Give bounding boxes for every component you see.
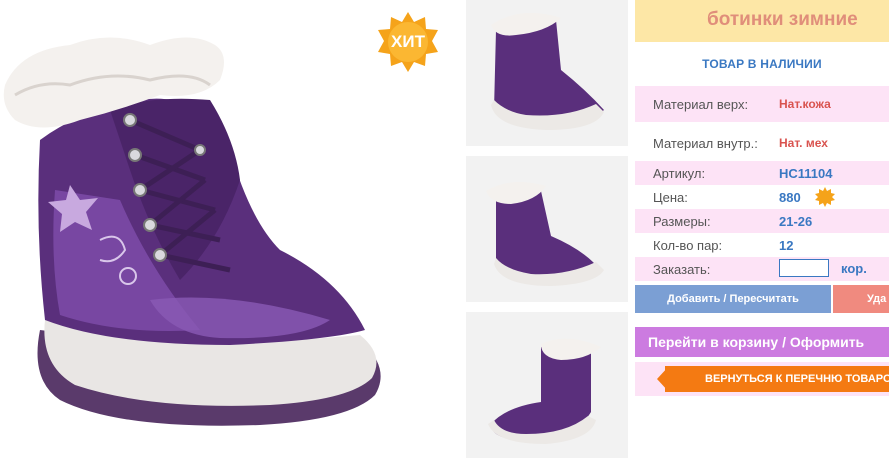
spec-value: Нат. мех (779, 136, 828, 150)
spec-label: Кол-во пар: (653, 238, 723, 253)
spec-value: 12 (779, 238, 794, 253)
spec-row-material-inner: Материал внутр.: Нат. мех (635, 124, 889, 160)
spec-label: Размеры: (653, 214, 711, 229)
spec-label: Цена: (653, 190, 688, 205)
spec-label: Материал верх: (653, 97, 749, 112)
thumbnail-1[interactable] (466, 0, 628, 146)
hit-mini-icon (815, 187, 835, 207)
boot-thumbnail-side (491, 12, 604, 130)
order-row: Заказать: кор. (635, 257, 889, 281)
spec-row-pairs: Кол-во пар: 12 (635, 233, 889, 257)
spec-label: Материал внутр.: (653, 136, 758, 151)
spec-row-article: Артикул: HC11104 (635, 161, 889, 185)
back-to-list-button[interactable]: ВЕРНУТЬСЯ К ПЕРЕЧНЮ ТОВАРОВ (665, 366, 889, 392)
spec-row-material-top: Материал верх: Нат.кожа (635, 86, 889, 122)
thumbnail-3[interactable] (466, 312, 628, 458)
back-button-wrap: ВЕРНУТЬСЯ К ПЕРЕЧНЮ ТОВАРОВ (635, 362, 889, 396)
spec-label: Артикул: (653, 166, 706, 181)
spec-row-sizes: Размеры: 21-26 (635, 209, 889, 233)
spec-value: HC11104 (779, 166, 833, 181)
order-unit: кор. (841, 261, 867, 276)
stock-status: ТОВАР В НАЛИЧИИ (702, 57, 822, 71)
delete-button[interactable]: Уда (833, 285, 889, 313)
order-label: Заказать: (653, 262, 711, 277)
boot-thumbnail-front (486, 182, 604, 286)
spec-row-price: Цена: 880 (635, 185, 889, 209)
thumbnail-2[interactable] (466, 156, 628, 302)
spec-value: 21-26 (779, 214, 813, 229)
go-to-cart-button[interactable]: Перейти в корзину / Оформить (635, 327, 889, 357)
hit-badge-text: ХИТ (391, 32, 425, 51)
product-info-panel: ботинки зимние ТОВАР В НАЛИЧИИ Материал … (635, 0, 889, 453)
boot-thumbnail-back (488, 338, 601, 444)
order-quantity-input[interactable] (779, 259, 829, 277)
product-title: ботинки зимние (635, 0, 889, 42)
add-recalculate-button[interactable]: Добавить / Пересчитать (635, 285, 831, 313)
price-value: 880 (779, 190, 801, 205)
hit-badge: ХИТ (376, 10, 440, 74)
spec-value: Нат.кожа (779, 97, 831, 111)
